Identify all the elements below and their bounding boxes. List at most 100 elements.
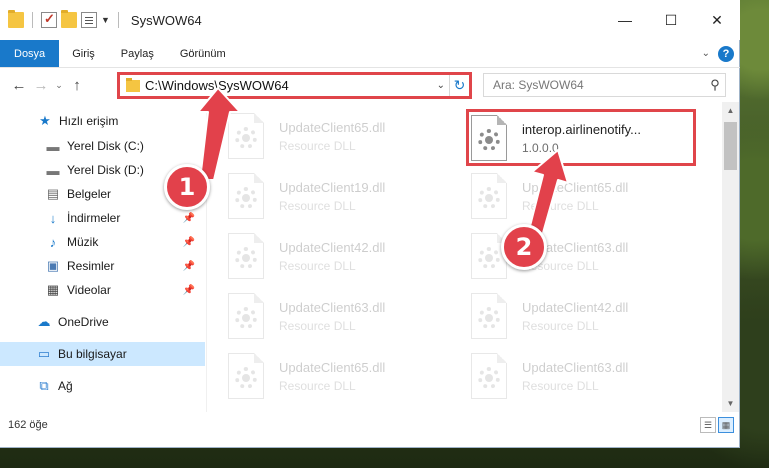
expand-ribbon-chevron-icon[interactable]: ⌄ xyxy=(702,48,710,59)
dll-file-icon xyxy=(471,353,507,399)
nav-item-downloads[interactable]: ↓ İndirmeler 📌 xyxy=(0,206,205,230)
ribbon-tabs: Dosya Giriş Paylaş Görünüm ⌄ ? xyxy=(0,40,740,68)
search-box[interactable]: ⚲ xyxy=(483,73,726,97)
minimize-button[interactable]: — xyxy=(602,0,648,40)
nav-item-label: Resimler xyxy=(67,259,115,273)
maximize-button[interactable]: ☐ xyxy=(648,0,694,40)
nav-item-label: Hızlı erişim xyxy=(59,114,119,128)
tab-share[interactable]: Paylaş xyxy=(108,40,167,67)
file-item[interactable]: UpdateClient42.dll Resource DLL xyxy=(208,228,433,284)
address-path[interactable]: C:\Windows\SysWOW64 xyxy=(145,78,289,93)
file-item[interactable]: UpdateClient42.dll Resource DLL xyxy=(451,288,676,344)
nav-item-onedrive[interactable]: ☁ OneDrive xyxy=(0,310,205,334)
nav-item-network[interactable]: ⧉ Ağ xyxy=(0,374,205,398)
folder-icon[interactable] xyxy=(8,10,24,28)
status-bar: 162 öğe ☰ ▦ xyxy=(0,412,740,438)
nav-item-pictures[interactable]: ▣ Resimler 📌 xyxy=(0,254,205,278)
file-name: UpdateClient65.dll xyxy=(279,359,386,375)
file-name: UpdateClient63.dll xyxy=(522,359,629,375)
pin-icon[interactable]: 📌 xyxy=(183,213,195,224)
nav-item-label: Bu bilgisayar xyxy=(58,347,127,361)
file-item[interactable]: UpdateClient19.dll Resource DLL xyxy=(208,168,433,224)
dll-file-icon xyxy=(471,173,507,219)
nav-item-label: Ağ xyxy=(58,379,73,393)
vertical-scrollbar[interactable]: ▲ ▼ xyxy=(722,102,739,412)
nav-item-local-disk-c[interactable]: ▬ Yerel Disk (C:) xyxy=(0,134,205,158)
item-count: 162 öğe xyxy=(8,419,48,431)
forward-arrow-icon[interactable]: → xyxy=(30,77,52,94)
help-icon[interactable]: ? xyxy=(718,45,734,62)
window-title: SysWOW64 xyxy=(130,12,202,28)
view-toggle: ☰ ▦ xyxy=(700,417,740,433)
music-icon: ♪ xyxy=(49,234,57,250)
address-row: ← → ⌄ ↑ C:\Windows\SysWOW64 ⌄ ↻ ⚲ xyxy=(0,68,740,102)
file-item[interactable]: UpdateClient63.dll Resource DLL xyxy=(451,348,676,404)
nav-item-label: Müzik xyxy=(67,235,99,249)
file-name: UpdateClient65.dll xyxy=(522,179,629,195)
search-input[interactable] xyxy=(493,78,705,92)
details-view-icon[interactable]: ☰ xyxy=(700,417,716,433)
close-button[interactable]: ✕ xyxy=(694,0,740,40)
scrollbar-thumb[interactable] xyxy=(724,122,737,170)
file-name: UpdateClient19.dll xyxy=(279,179,386,195)
nav-item-this-pc[interactable]: ▭ Bu bilgisayar xyxy=(0,342,205,366)
address-bar[interactable]: C:\Windows\SysWOW64 ⌄ ↻ xyxy=(117,72,472,99)
tab-home[interactable]: Giriş xyxy=(59,40,108,67)
cloud-icon: ☁ xyxy=(37,314,51,329)
new-folder-icon[interactable] xyxy=(61,10,77,28)
file-description: Resource DLL xyxy=(279,258,356,273)
file-item[interactable]: UpdateClient63.dll Resource DLL xyxy=(208,288,433,344)
nav-item-label: Yerel Disk (D:) xyxy=(67,163,144,177)
toolbar-divider xyxy=(117,12,119,28)
file-description: Resource DLL xyxy=(522,198,599,213)
dll-file-icon xyxy=(228,233,264,279)
folder-icon xyxy=(126,77,140,92)
scroll-down-arrow-icon[interactable]: ▼ xyxy=(722,395,739,412)
dll-file-icon xyxy=(228,113,264,159)
file-item[interactable]: UpdateClient65.dll Resource DLL xyxy=(451,168,676,224)
nav-item-label: OneDrive xyxy=(58,315,109,329)
star-icon: ★ xyxy=(39,113,51,128)
documents-icon: ▤ xyxy=(46,186,60,201)
nav-item-label: İndirmeler xyxy=(67,211,121,225)
computer-icon: ▭ xyxy=(37,346,51,361)
pin-icon[interactable]: 📌 xyxy=(183,285,195,296)
tiles-view-icon[interactable]: ▦ xyxy=(718,417,734,433)
navigation-pane: ★ Hızlı erişim ▬ Yerel Disk (C:) ▬ Yerel… xyxy=(0,102,207,412)
scroll-up-arrow-icon[interactable]: ▲ xyxy=(722,102,739,119)
file-name: UpdateClient42.dll xyxy=(522,299,629,315)
nav-item-videos[interactable]: ▦ Videolar 📌 xyxy=(0,278,205,302)
file-description: Resource DLL xyxy=(279,378,356,393)
up-arrow-icon[interactable]: ↑ xyxy=(66,77,88,94)
tab-view[interactable]: Görünüm xyxy=(167,40,239,67)
drive-icon: ▬ xyxy=(46,162,60,178)
quick-access-toolbar: ▼ xyxy=(0,0,123,40)
search-icon[interactable]: ⚲ xyxy=(705,77,725,93)
tab-file[interactable]: Dosya xyxy=(0,40,60,67)
nav-item-quick-access[interactable]: ★ Hızlı erişim xyxy=(0,109,205,133)
properties-check-icon[interactable] xyxy=(41,11,57,28)
nav-item-music[interactable]: ♪ Müzik 📌 xyxy=(0,230,205,254)
refresh-icon[interactable]: ↻ xyxy=(449,75,469,96)
customize-toolbar-dropdown-icon[interactable]: ▼ xyxy=(101,15,110,25)
recent-locations-chevron-icon[interactable]: ⌄ xyxy=(52,80,66,91)
file-description: Resource DLL xyxy=(522,318,599,333)
file-item[interactable]: UpdateClient65.dll Resource DLL xyxy=(208,348,433,404)
address-history-chevron-icon[interactable]: ⌄ xyxy=(437,80,445,91)
file-item[interactable]: UpdateClient65.dll Resource DLL xyxy=(208,108,433,164)
back-arrow-icon[interactable]: ← xyxy=(8,77,30,94)
pin-icon[interactable]: 📌 xyxy=(183,261,195,272)
nav-item-label: Belgeler xyxy=(67,187,112,201)
file-item[interactable]: UpdateClient63.dll Resource DLL xyxy=(451,228,676,284)
dll-file-icon xyxy=(228,293,264,339)
properties-icon[interactable] xyxy=(81,12,97,28)
pictures-icon: ▣ xyxy=(46,258,60,273)
videos-icon: ▦ xyxy=(46,282,60,297)
step-1-badge: 1 xyxy=(164,164,210,210)
file-description: Resource DLL xyxy=(279,198,356,213)
pin-icon[interactable]: 📌 xyxy=(183,237,195,248)
ribbon-right-controls: ⌄ ? xyxy=(702,45,740,62)
file-description: Resource DLL xyxy=(279,318,356,333)
title-bar: ▼ SysWOW64 — ☐ ✕ xyxy=(0,0,740,40)
window-controls: — ☐ ✕ xyxy=(602,0,740,40)
